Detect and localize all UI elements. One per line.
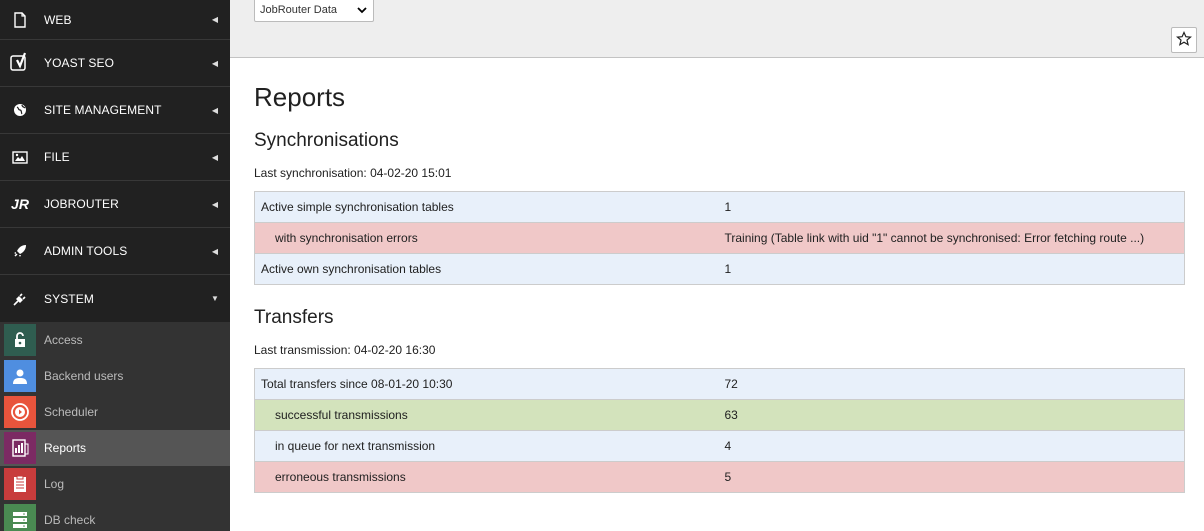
- caret-left-icon: ◀: [211, 152, 219, 162]
- transfers-table: Total transfers since 08-01-20 10:30 72 …: [254, 368, 1185, 493]
- menu-item-label: Scheduler: [44, 405, 99, 419]
- last-transmission: Last transmission: 04-02-20 16:30: [254, 343, 436, 357]
- plug-icon: [0, 292, 40, 306]
- table-row: successful transmissions 63: [254, 399, 1185, 431]
- menu-item-label: Log: [44, 477, 65, 491]
- row-label: Active own synchronisation tables: [254, 253, 719, 285]
- table-row: with synchronisation errors Training (Ta…: [254, 222, 1185, 254]
- menu-item-label: Backend users: [44, 369, 124, 383]
- menu-group-label: YOAST SEO: [44, 56, 115, 70]
- row-label: erroneous transmissions: [254, 461, 719, 493]
- chevron-down-icon: [357, 5, 367, 17]
- table-row: Total transfers since 08-01-20 10:30 72: [254, 368, 1185, 400]
- menu-item-label: Reports: [44, 441, 87, 455]
- menu-group-label: ADMIN TOOLS: [44, 244, 128, 258]
- menu-item-label: Access: [44, 333, 83, 347]
- menu-item-reports[interactable]: Reports: [0, 430, 230, 466]
- row-value: 4: [718, 430, 1185, 462]
- caret-left-icon: ◀: [211, 199, 219, 209]
- table-row: erroneous transmissions 5: [254, 461, 1185, 493]
- menu-group-yoast-seo[interactable]: YOAST SEO ◀: [0, 40, 230, 87]
- menu-group-admin-tools[interactable]: ADMIN TOOLS ◀: [0, 228, 230, 275]
- report-select[interactable]: JobRouter Data: [254, 0, 374, 22]
- menu-group-file[interactable]: FILE ◀: [0, 134, 230, 181]
- module-body: Reports Synchronisations Last synchronis…: [254, 58, 1185, 493]
- globe-icon: [0, 103, 40, 117]
- caret-left-icon: ◀: [211, 58, 219, 68]
- table-row: Active simple synchronisation tables 1: [254, 191, 1185, 223]
- menu-item-db-check[interactable]: DB check: [0, 502, 230, 531]
- menu-item-log[interactable]: Log: [0, 466, 230, 502]
- table-row: in queue for next transmission 4: [254, 430, 1185, 462]
- menu-group-label: WEB: [44, 12, 72, 27]
- jobrouter-icon: JR: [11, 196, 29, 212]
- database-icon: [4, 504, 36, 531]
- image-icon: [0, 150, 40, 164]
- page-icon: [0, 11, 40, 28]
- caret-left-icon: ◀: [211, 246, 219, 256]
- rocket-icon: [0, 244, 40, 258]
- row-value: 1: [718, 253, 1185, 285]
- menu-group-system[interactable]: SYSTEM ▼: [0, 275, 230, 322]
- yoast-icon: [0, 52, 40, 74]
- page-title: Reports: [254, 82, 346, 112]
- row-value: Training (Table link with uid "1" cannot…: [718, 222, 1185, 254]
- row-label: with synchronisation errors: [254, 222, 719, 254]
- row-label: Total transfers since 08-01-20 10:30: [254, 368, 719, 400]
- row-label: Active simple synchronisation tables: [254, 191, 719, 223]
- sync-table: Active simple synchronisation tables 1 w…: [254, 191, 1185, 285]
- unlock-icon: [4, 324, 36, 356]
- caret-left-icon: ◀: [211, 105, 219, 115]
- menu-group-site-management[interactable]: SITE MANAGEMENT ◀: [0, 87, 230, 134]
- sync-heading: Synchronisations: [254, 130, 399, 151]
- menu-item-backend-users[interactable]: Backend users: [0, 358, 230, 394]
- last-sync: Last synchronisation: 04-02-20 15:01: [254, 166, 452, 180]
- table-row: Active own synchronisation tables 1: [254, 253, 1185, 285]
- caret-left-icon: ◀: [211, 15, 219, 24]
- menu-group-label: FILE: [44, 150, 70, 164]
- menu-item-access[interactable]: Access: [0, 322, 230, 358]
- menu-group-label: SYSTEM: [44, 291, 94, 306]
- bookmark-button[interactable]: [1171, 27, 1197, 53]
- menu-group-label: SITE MANAGEMENT: [44, 103, 162, 117]
- menu-group-web[interactable]: WEB ◀: [0, 0, 230, 40]
- row-value: 5: [718, 461, 1185, 493]
- row-value: 1: [718, 191, 1185, 223]
- row-value: 72: [718, 368, 1185, 400]
- menu-item-scheduler[interactable]: Scheduler: [0, 394, 230, 430]
- menu-group-label: JOBROUTER: [44, 197, 119, 211]
- menu-group-jobrouter[interactable]: JR JOBROUTER ◀: [0, 181, 230, 228]
- caret-down-icon: ▼: [211, 294, 219, 303]
- module-menu: WEB ◀ YOAST SEO ◀ SITE MANAGEMENT ◀ FILE…: [0, 0, 230, 531]
- star-icon: [1176, 30, 1192, 50]
- log-icon: [4, 468, 36, 500]
- user-icon: [4, 360, 36, 392]
- report-select-value: JobRouter Data: [260, 4, 338, 16]
- menu-item-label: DB check: [44, 513, 96, 527]
- row-value: 63: [718, 399, 1185, 431]
- docheader: JobRouter Data: [230, 0, 1204, 58]
- transfers-heading: Transfers: [254, 307, 334, 328]
- reports-icon: [4, 432, 36, 464]
- row-label: in queue for next transmission: [254, 430, 719, 462]
- scheduler-icon: [4, 396, 36, 428]
- row-label: successful transmissions: [254, 399, 719, 431]
